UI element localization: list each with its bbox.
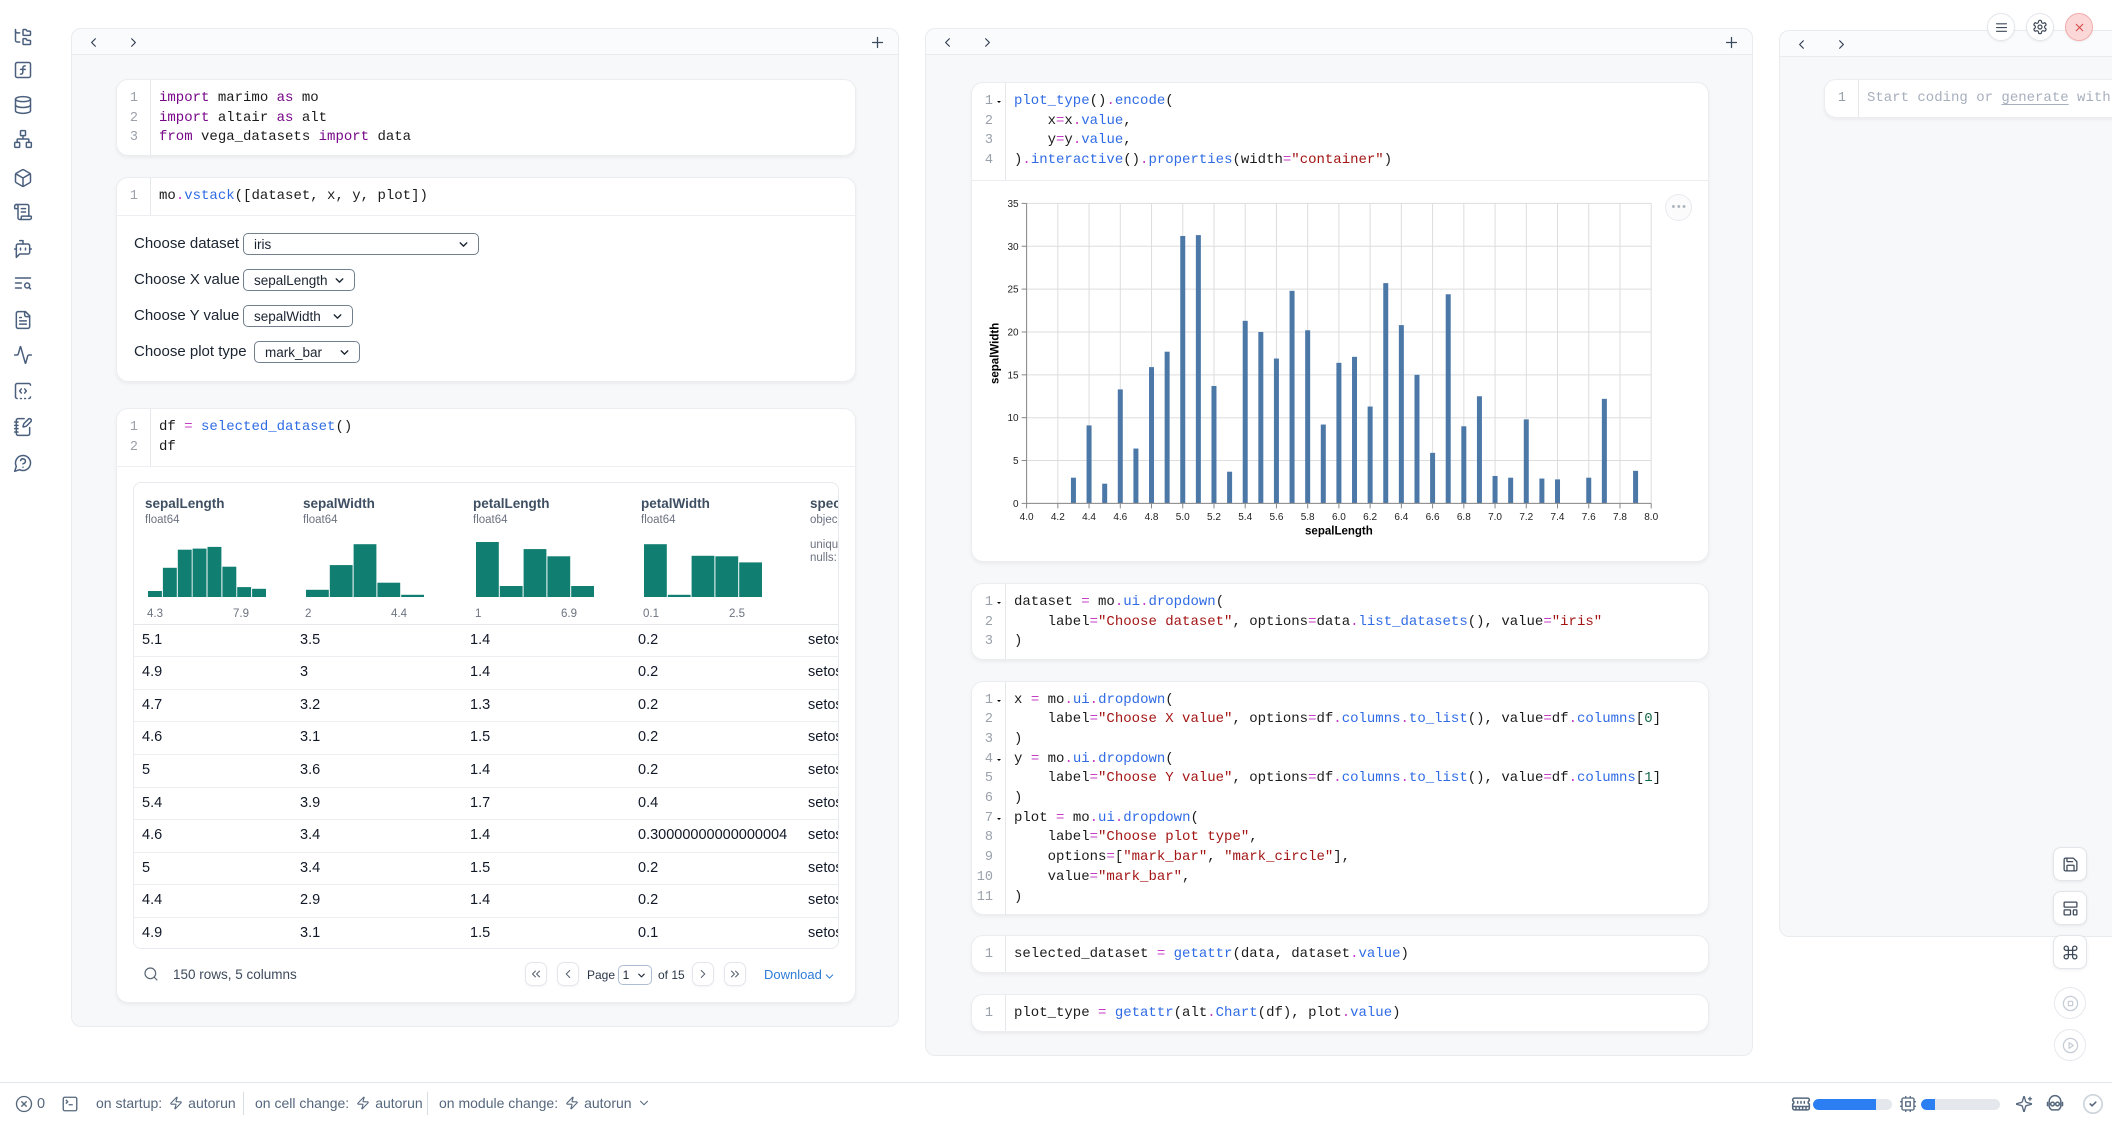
svg-text:5: 5 [1013, 456, 1019, 467]
svg-text:5.0: 5.0 [1176, 512, 1190, 523]
svg-text:6.2: 6.2 [1363, 512, 1377, 523]
svg-text:sepalLength: sepalLength [1305, 525, 1373, 537]
svg-text:20: 20 [1007, 327, 1019, 338]
svg-text:5.8: 5.8 [1301, 512, 1315, 523]
svg-text:35: 35 [1007, 199, 1019, 210]
svg-text:4.8: 4.8 [1145, 512, 1159, 523]
svg-text:30: 30 [1007, 242, 1019, 253]
svg-text:25: 25 [1007, 285, 1019, 296]
svg-text:4.0: 4.0 [1020, 512, 1034, 523]
svg-text:7.8: 7.8 [1613, 512, 1627, 523]
svg-text:15: 15 [1007, 370, 1019, 381]
svg-text:4.4: 4.4 [1082, 512, 1096, 523]
svg-text:4.6: 4.6 [1113, 512, 1127, 523]
svg-text:7.6: 7.6 [1582, 512, 1596, 523]
svg-text:8.0: 8.0 [1644, 512, 1658, 523]
svg-text:sepalWidth: sepalWidth [990, 323, 1002, 384]
svg-text:6.6: 6.6 [1426, 512, 1440, 523]
svg-text:6.0: 6.0 [1332, 512, 1346, 523]
svg-text:10: 10 [1007, 413, 1019, 424]
svg-text:7.0: 7.0 [1488, 512, 1502, 523]
svg-text:6.4: 6.4 [1394, 512, 1408, 523]
svg-text:7.2: 7.2 [1519, 512, 1533, 523]
svg-text:5.4: 5.4 [1238, 512, 1252, 523]
svg-text:4.2: 4.2 [1051, 512, 1065, 523]
svg-text:6.8: 6.8 [1457, 512, 1471, 523]
svg-text:5.6: 5.6 [1269, 512, 1283, 523]
svg-text:5.2: 5.2 [1207, 512, 1221, 523]
svg-text:7.4: 7.4 [1551, 512, 1565, 523]
svg-text:0: 0 [1013, 499, 1019, 510]
